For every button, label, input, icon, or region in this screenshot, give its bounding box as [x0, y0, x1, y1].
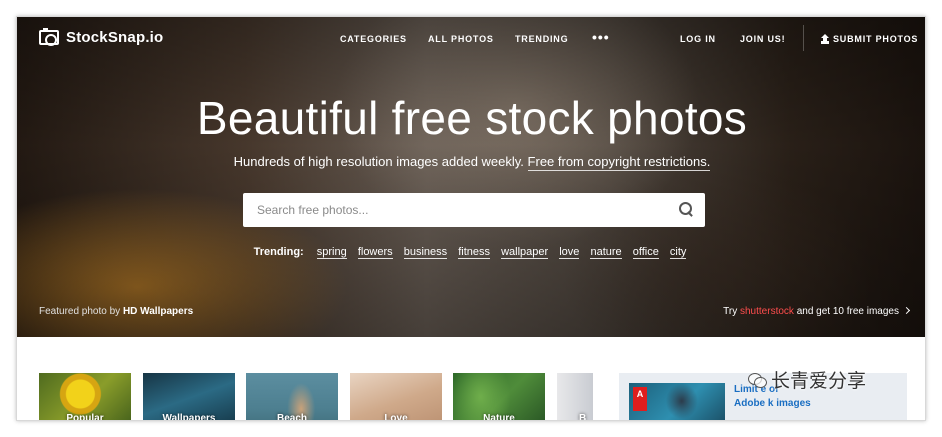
copyright-link[interactable]: Free from copyright restrictions. — [527, 154, 711, 171]
upload-icon — [821, 34, 829, 43]
browser-page: StockSnap.io CATEGORIES ALL PHOTOS TREND… — [16, 16, 926, 421]
hero-banner: StockSnap.io CATEGORIES ALL PHOTOS TREND… — [17, 17, 925, 337]
search-input[interactable] — [243, 193, 663, 227]
watermark: 长青爱分享 — [748, 366, 866, 393]
wechat-icon — [748, 372, 767, 388]
category-card-nature[interactable]: Nature — [453, 373, 545, 421]
promo-prefix: Try — [723, 306, 738, 317]
submit-label: SUBMIT PHOTOS — [833, 34, 919, 44]
shutterstock-promo[interactable]: Try shutterstock and get 10 free images — [723, 306, 911, 317]
trend-tag[interactable]: office — [632, 246, 659, 259]
category-label: B — [579, 413, 587, 421]
nav-all-photos[interactable]: ALL PHOTOS — [428, 34, 494, 44]
category-label: Popular — [66, 413, 104, 421]
trend-tag[interactable]: flowers — [357, 246, 393, 259]
category-label: Beach — [276, 413, 307, 421]
nav-join[interactable]: JOIN US! — [740, 34, 785, 44]
nav-trending[interactable]: TRENDING — [515, 34, 568, 44]
camera-icon — [39, 28, 59, 46]
category-card-beach[interactable]: Beach — [246, 373, 338, 421]
ad-image: A — [629, 383, 725, 420]
featured-prefix: Featured photo by — [39, 306, 121, 317]
trend-tag[interactable]: city — [669, 246, 687, 259]
trend-tag[interactable]: love — [559, 246, 580, 259]
top-nav: StockSnap.io CATEGORIES ALL PHOTOS TREND… — [17, 17, 925, 61]
logo-text: StockSnap.io — [66, 29, 164, 46]
nav-login[interactable]: LOG IN — [680, 34, 716, 44]
promo-brand: shutterstock — [740, 306, 794, 317]
trend-tag[interactable]: spring — [316, 246, 347, 259]
trending-tags: Trending: spring flowers business fitnes… — [17, 246, 925, 259]
category-card-popular[interactable]: Popular — [39, 373, 131, 421]
nav-divider — [803, 25, 804, 51]
subtitle-text: Hundreds of high resolution images added… — [233, 154, 524, 169]
nav-categories[interactable]: CATEGORIES — [340, 34, 407, 44]
search-box — [243, 193, 705, 227]
ad-line-2: Adobe k images — [734, 398, 811, 409]
trend-tag[interactable]: business — [403, 246, 448, 259]
more-menu-icon[interactable]: ••• — [592, 29, 610, 45]
category-card-wallpapers[interactable]: Wallpapers — [143, 373, 235, 421]
featured-credit: Featured photo by HD Wallpapers — [39, 306, 193, 317]
search-icon[interactable] — [679, 202, 693, 216]
trend-tag[interactable]: fitness — [458, 246, 490, 259]
category-card-love[interactable]: Love — [350, 373, 442, 421]
page-title: Beautiful free stock photos — [196, 92, 748, 144]
trend-tag[interactable]: nature — [590, 246, 622, 259]
chevron-right-icon — [902, 306, 911, 315]
trending-label: Trending: — [253, 246, 304, 258]
category-label: Nature — [483, 413, 515, 421]
promo-suffix: and get 10 free images — [796, 306, 899, 317]
adobe-logo-icon: A — [633, 387, 647, 411]
trend-tag[interactable]: wallpaper — [501, 246, 549, 259]
featured-author-link[interactable]: HD Wallpapers — [123, 306, 193, 317]
category-label: Love — [384, 413, 408, 421]
nav-submit-photos[interactable]: SUBMIT PHOTOS — [821, 34, 918, 44]
watermark-text: 长青爱分享 — [771, 370, 867, 392]
hero-subtitle: Hundreds of high resolution images added… — [17, 154, 925, 171]
category-card-partial[interactable]: B — [557, 373, 593, 421]
category-label: Wallpapers — [162, 413, 216, 421]
logo[interactable]: StockSnap.io — [39, 28, 164, 46]
